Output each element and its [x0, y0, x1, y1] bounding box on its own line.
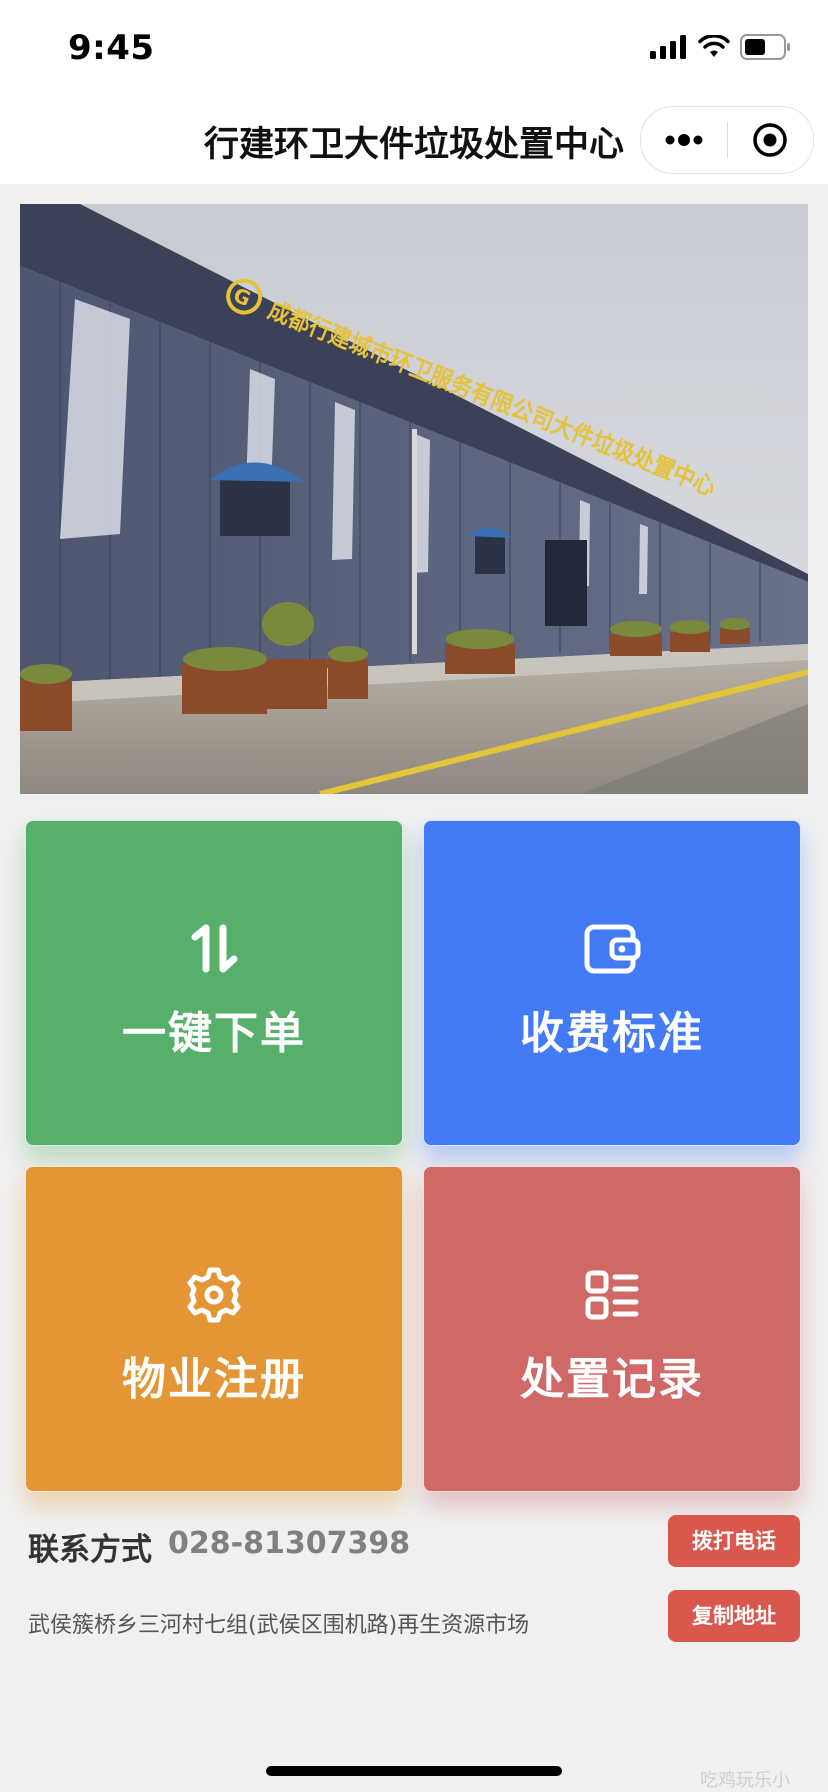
tile-label: 收费标准 — [520, 1008, 704, 1059]
tile-property-register[interactable]: 物业注册 — [25, 1166, 403, 1492]
more-button[interactable] — [641, 107, 727, 173]
tile-label: 一键下单 — [122, 1008, 306, 1059]
tile-fee-standard[interactable]: 收费标准 — [423, 820, 801, 1146]
warehouse-illustration: G 成都行建城市环卫服务有限公司大件垃圾处置中心 — [20, 204, 808, 794]
gear-icon — [26, 1265, 402, 1325]
signal-icon — [650, 35, 686, 59]
call-button[interactable]: 拨打电话 — [668, 1515, 800, 1567]
sort-arrows-icon — [26, 919, 402, 979]
close-button[interactable] — [728, 107, 814, 173]
list-icon — [424, 1265, 800, 1325]
tile-label: 物业注册 — [122, 1354, 306, 1405]
battery-icon — [740, 34, 790, 60]
tile-label: 处置记录 — [520, 1354, 704, 1405]
home-indicator[interactable] — [266, 1766, 562, 1776]
tile-disposal-records[interactable]: 处置记录 — [423, 1166, 801, 1492]
contact-label: 联系方式 — [28, 1532, 152, 1568]
address-text: 武侯簇桥乡三河村七组(武侯区围机路)再生资源市场 — [28, 1613, 530, 1638]
status-icons — [650, 34, 792, 60]
contact-phone: 028-81307398 — [168, 1526, 411, 1561]
copy-address-button[interactable]: 复制地址 — [668, 1590, 800, 1642]
mini-program-capsule — [640, 106, 814, 174]
banner-image: G 成都行建城市环卫服务有限公司大件垃圾处置中心 — [20, 204, 808, 794]
more-dots-icon — [665, 134, 703, 146]
target-icon — [753, 123, 787, 157]
wallet-icon — [424, 919, 800, 979]
status-time: 9:45 — [68, 28, 155, 68]
tile-quick-order[interactable]: 一键下单 — [25, 820, 403, 1146]
status-bar: 9:45 — [0, 0, 828, 96]
watermark: 吃鸡玩乐小 — [700, 1770, 790, 1791]
wifi-icon — [698, 35, 730, 57]
nav-bar: 行建环卫大件垃圾处置中心 — [0, 96, 828, 184]
